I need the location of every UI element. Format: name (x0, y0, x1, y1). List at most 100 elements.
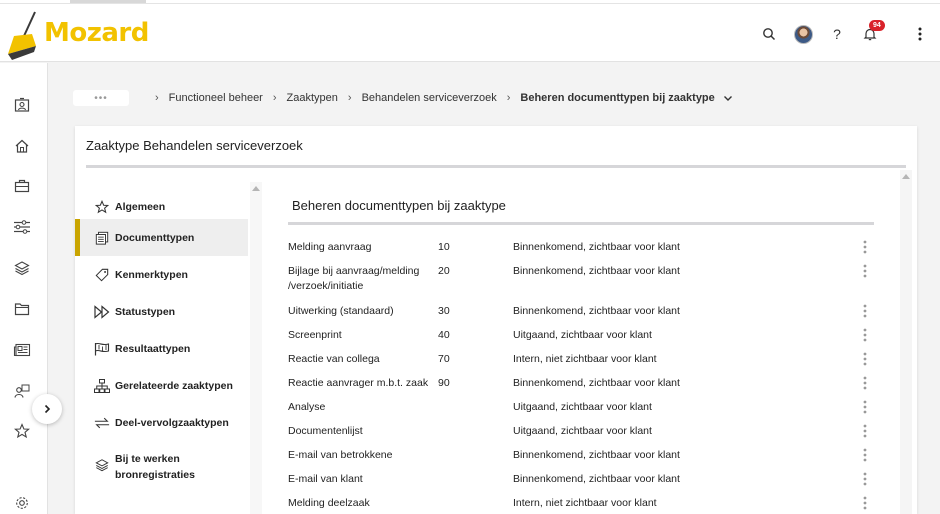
notification-badge: 94 (869, 20, 885, 31)
documents-icon (94, 230, 110, 246)
breadcrumb-dropdown-button[interactable] (723, 93, 733, 103)
nav-item-label: Resultaattypen (115, 343, 191, 355)
doc-direction: Binnenkomend, zichtbaar voor klant (513, 265, 680, 277)
expand-sidebar-button[interactable] (32, 394, 62, 424)
nav-item-deel-vervolgzaaktypen[interactable]: Deel-vervolgzaaktypen (75, 404, 248, 441)
doc-direction: Intern, niet zichtbaar voor klant (513, 497, 657, 509)
sidebar-item-favorites[interactable] (12, 421, 32, 441)
row-menu-button[interactable] (859, 397, 871, 417)
vertical-dots-icon (863, 472, 867, 486)
doc-direction: Binnenkomend, zichtbaar voor klant (513, 473, 680, 485)
breadcrumb-more-button[interactable]: ••• (73, 90, 129, 106)
vertical-dots-icon (863, 496, 867, 510)
layers-icon (94, 457, 110, 473)
row-menu-button[interactable] (859, 261, 871, 281)
more-menu-button[interactable] (908, 22, 932, 46)
doc-name: E-mail van klant (288, 473, 363, 485)
vertical-dots-icon (863, 240, 867, 254)
user-avatar-button[interactable] (791, 22, 815, 46)
breadcrumb-zaaktypen[interactable]: Zaaktypen (287, 92, 338, 104)
nav-item-resultaattypen[interactable]: Resultaattypen (75, 330, 248, 367)
card-title: Zaaktype Behandelen serviceverzoek (86, 138, 303, 153)
section-title: Beheren documenttypen bij zaaktype (292, 198, 506, 213)
sidebar-item-contacts[interactable] (12, 95, 32, 115)
sidebar-item-news[interactable] (12, 340, 32, 360)
doc-direction: Uitgaand, zichtbaar voor klant (513, 425, 652, 437)
home-icon (15, 139, 29, 153)
row-menu-button[interactable] (859, 493, 871, 513)
mozard-logo[interactable]: Mozard (6, 10, 149, 60)
nav-item-label: Deel-vervolgzaaktypen (115, 417, 229, 429)
section-divider (288, 222, 874, 225)
vertical-dots-icon (863, 264, 867, 278)
breadcrumb-separator-icon: › (272, 92, 277, 104)
nav-item-statustypen[interactable]: Statustypen (75, 293, 248, 330)
notifications-button[interactable]: 94 (858, 20, 885, 46)
nav-item-label: Gerelateerde zaaktypen (115, 380, 233, 392)
nav-item-bronregistraties[interactable]: Bij te werken bronregistraties (75, 441, 248, 491)
sidebar-item-persons[interactable] (12, 381, 32, 401)
main-sidebar (0, 63, 48, 514)
row-menu-button[interactable] (859, 349, 871, 369)
avatar (793, 24, 813, 44)
tag-icon (94, 267, 110, 283)
contact-card-icon (14, 97, 30, 112)
sidebar-item-cases[interactable] (12, 176, 32, 196)
doc-code: 20 (438, 265, 450, 277)
zaaktype-nav: Algemeen Documenttypen Kenmerktypen Stat… (75, 182, 248, 514)
doc-name: Reactie aanvrager m.b.t. zaak (288, 377, 429, 389)
chevron-right-icon (44, 404, 51, 414)
doc-code: 90 (438, 377, 450, 389)
sidebar-item-admin[interactable] (12, 493, 32, 513)
row-menu-button[interactable] (859, 373, 871, 393)
doc-name: Uitwerking (standaard) (288, 305, 394, 317)
fast-forward-icon (94, 304, 110, 320)
vertical-dots-icon (863, 424, 867, 438)
sidebar-item-layers[interactable] (12, 258, 32, 278)
doc-name: Analyse (288, 401, 326, 413)
vertical-dots-icon (863, 304, 867, 318)
nav-item-kenmerktypen[interactable]: Kenmerktypen (75, 256, 248, 293)
search-icon (763, 28, 776, 41)
doc-name: E-mail van betrokkene (288, 449, 393, 461)
breadcrumb: ••• › Functioneel beheer › Zaaktypen › B… (73, 90, 733, 106)
row-menu-button[interactable] (859, 469, 871, 489)
vertical-dots-icon (863, 400, 867, 414)
zaaktype-card: Zaaktype Behandelen serviceverzoek Algem… (75, 126, 917, 514)
folder-icon (14, 303, 30, 316)
scroll-up-arrow-icon[interactable] (252, 186, 260, 191)
breadcrumb-functioneel-beheer[interactable]: Functioneel beheer (169, 92, 263, 104)
doc-direction: Uitgaand, zichtbaar voor klant (513, 401, 652, 413)
sidebar-item-home[interactable] (12, 136, 32, 156)
doc-direction: Intern, niet zichtbaar voor klant (513, 353, 657, 365)
row-menu-button[interactable] (859, 325, 871, 345)
scroll-up-arrow-icon[interactable] (902, 174, 910, 179)
nav-item-label: Statustypen (115, 306, 176, 318)
breadcrumb-separator-icon: › (155, 92, 159, 104)
sidebar-item-settings[interactable] (12, 217, 32, 237)
breadcrumb-behandelen-serviceverzoek[interactable]: Behandelen serviceverzoek (362, 92, 497, 104)
content-scrollbar[interactable] (900, 170, 912, 514)
app-header: Mozard ? 94 (0, 4, 940, 62)
nav-scrollbar[interactable] (250, 182, 262, 514)
row-menu-button[interactable] (859, 237, 871, 257)
search-button[interactable] (757, 22, 781, 46)
row-menu-button[interactable] (859, 421, 871, 441)
sliders-icon (14, 220, 30, 234)
vertical-dots-icon (918, 27, 922, 41)
vertical-dots-icon (863, 352, 867, 366)
star-icon (94, 199, 110, 215)
row-menu-button[interactable] (859, 301, 871, 321)
sidebar-item-documents[interactable] (12, 299, 32, 319)
briefcase-icon (14, 179, 30, 193)
exchange-icon (94, 415, 110, 431)
nav-item-gerelateerde-zaaktypen[interactable]: Gerelateerde zaaktypen (75, 367, 248, 404)
breadcrumb-current: Beheren documenttypen bij zaaktype (520, 92, 715, 104)
doc-name: Reactie van collega (288, 353, 380, 365)
nav-item-documenttypen[interactable]: Documenttypen (75, 219, 248, 256)
doc-name: Melding aanvraag (288, 241, 372, 253)
people-icon (14, 384, 30, 398)
help-button[interactable]: ? (825, 22, 849, 46)
doc-direction: Binnenkomend, zichtbaar voor klant (513, 377, 680, 389)
row-menu-button[interactable] (859, 445, 871, 465)
